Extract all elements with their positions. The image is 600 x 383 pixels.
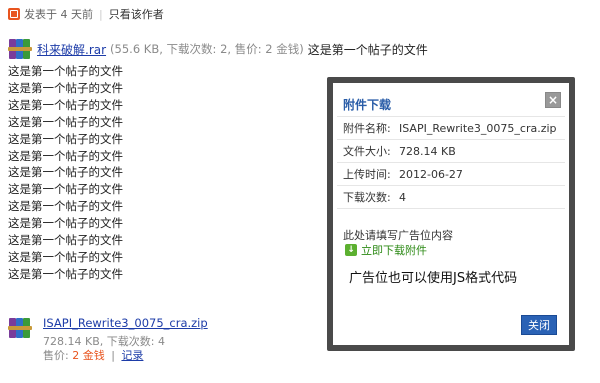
price-separator: | — [111, 349, 115, 362]
body-line: 这是第一个帖子的文件 — [8, 249, 123, 264]
download-log-link[interactable]: 记录 — [121, 349, 143, 362]
detail-value: ISAPI_Rewrite3_0075_cra.zip — [399, 121, 557, 135]
body-line: 这是第一个帖子的文件 — [8, 199, 123, 214]
detail-key: 文件大小: — [343, 145, 391, 158]
close-button[interactable]: 关闭 — [521, 315, 557, 335]
attachment2-price: 售价: 2 金钱 | 记录 — [43, 347, 143, 363]
post-meta-bar: 发表于 4 天前 | 只看该作者 — [8, 6, 164, 22]
detail-value: 728.14 KB — [399, 144, 456, 158]
body-line: 这是第一个帖子的文件 — [8, 64, 123, 78]
detail-row-upload-time: 上传时间: 2012-06-27 — [337, 163, 565, 186]
body-line: 这是第一个帖子的文件 — [8, 114, 123, 129]
attachment-title: 这是第一个帖子的文件 — [307, 42, 428, 57]
post-icon — [8, 8, 20, 20]
dialog-title: 附件下载 — [343, 98, 392, 112]
body-line: 这是第一个帖子的文件 — [8, 233, 123, 248]
winrar-archive-icon — [8, 37, 32, 61]
attachment-filename-link[interactable]: 科来破解.rar — [37, 41, 106, 58]
detail-value: 2012-06-27 — [399, 167, 463, 181]
winrar-archive-icon — [8, 316, 32, 340]
body-line: 这是第一个帖子的文件 — [8, 97, 123, 112]
download-now-label: 立即下载附件 — [361, 244, 427, 257]
detail-row-size: 文件大小: 728.14 KB — [337, 140, 565, 163]
body-line: 这是第一个帖子的文件 — [8, 80, 123, 95]
ad-text: 广告位也可以使用JS格式代码 — [349, 271, 518, 286]
detail-row-download-count: 下载次数: 4 — [337, 186, 565, 209]
close-icon[interactable]: × — [545, 92, 561, 108]
attachment-download-dialog: 附件下载 × 附件名称: ISAPI_Rewrite3_0075_cra.zip… — [327, 77, 575, 351]
post-body: 这是第一个帖子的文件 这是第一个帖子的文件 这是第一个帖子的文件 这是第一个帖子… — [8, 63, 123, 283]
download-icon: ↓ — [345, 244, 357, 256]
body-line: 这是第一个帖子的文件 — [8, 148, 123, 163]
body-line: 这是第一个帖子的文件 — [8, 266, 123, 281]
body-line: 这是第一个帖子的文件 — [8, 131, 123, 146]
detail-key: 下载次数: — [343, 191, 391, 204]
post-time: 发表于 4 天前 — [24, 8, 93, 21]
attachment-details: 附件名称: ISAPI_Rewrite3_0075_cra.zip 文件大小: … — [337, 116, 565, 209]
detail-key: 附件名称: — [343, 122, 391, 135]
ad-placeholder-label: 此处请填写广告位内容 — [343, 229, 453, 242]
price-label: 售价: — [43, 349, 69, 362]
attachment-info: (55.6 KB, 下载次数: 2, 售价: 2 金钱) — [110, 42, 304, 56]
attachment-header: 科来破解.rar (55.6 KB, 下载次数: 2, 售价: 2 金钱) 这是… — [8, 37, 428, 61]
body-line: 这是第一个帖子的文件 — [8, 216, 123, 231]
attachment2-filename-link[interactable]: ISAPI_Rewrite3_0075_cra.zip — [43, 316, 208, 330]
author-only-link[interactable]: 只看该作者 — [109, 6, 164, 22]
meta-divider: | — [99, 7, 103, 21]
body-line: 这是第一个帖子的文件 — [8, 165, 123, 180]
download-now-link[interactable]: ↓ 立即下载附件 — [345, 242, 427, 258]
detail-value: 4 — [399, 190, 406, 204]
body-line: 这是第一个帖子的文件 — [8, 182, 123, 197]
detail-key: 上传时间: — [343, 168, 391, 181]
price-value: 2 金钱 — [72, 349, 105, 362]
detail-row-name: 附件名称: ISAPI_Rewrite3_0075_cra.zip — [337, 117, 565, 140]
dialog-body: 附件下载 × 附件名称: ISAPI_Rewrite3_0075_cra.zip… — [333, 83, 569, 345]
